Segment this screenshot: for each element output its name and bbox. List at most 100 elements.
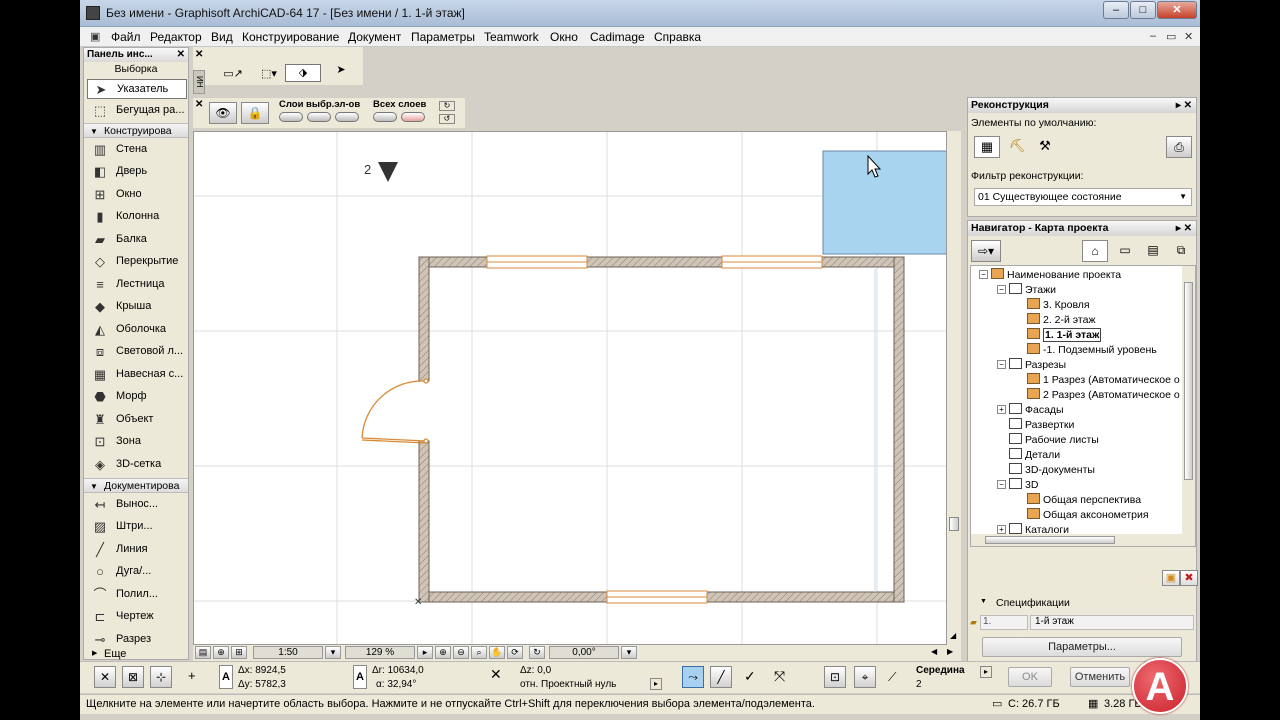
tree-item[interactable]: Общая перспектива <box>1015 493 1141 508</box>
parallel-icon[interactable]: ⤧ <box>774 668 785 685</box>
group-design[interactable]: Конструирова <box>84 123 188 138</box>
angle-dropdown-icon[interactable]: ▾ <box>621 646 637 659</box>
tool-pointer[interactable]: ➤ Указатель <box>87 79 187 99</box>
tree-item[interactable]: Детали <box>997 448 1060 463</box>
new-elements-icon[interactable]: ⚒ <box>1034 136 1056 158</box>
fit-window-icon[interactable]: ⌕ <box>471 646 487 659</box>
project-map-icon[interactable]: ⌂ <box>1082 240 1108 262</box>
new-folder-icon[interactable]: ▣ <box>1162 570 1180 586</box>
maximize-button[interactable]: □ <box>1130 1 1156 19</box>
dz-value[interactable]: Δz: 0,0 <box>520 665 551 676</box>
tool-object[interactable]: ♜ Объект <box>87 410 187 430</box>
tree-item[interactable]: 2 Разрез (Автоматическое о <box>1015 388 1180 403</box>
publisher-icon[interactable]: ⧉ <box>1170 240 1192 262</box>
layer-combo-icon[interactable]: ▤ <box>195 646 211 659</box>
panel-menu-close-icon[interactable]: ▸ ✕ <box>1176 98 1192 113</box>
menu-file[interactable]: Файл <box>111 30 141 44</box>
navigator-popup-icon[interactable]: ⇨▾ <box>971 240 1001 262</box>
vertical-scrollbar[interactable]: ◢ <box>947 131 961 645</box>
tree-item[interactable]: 1 Разрез (Автоматическое о <box>1015 373 1180 388</box>
all-layers-show-toggle[interactable] <box>373 112 397 122</box>
tree-item[interactable]: − Этажи <box>997 283 1056 298</box>
orbit-icon[interactable]: ⟳ <box>507 646 523 659</box>
minimize-button[interactable]: – <box>1103 1 1129 19</box>
tool-stair[interactable]: ≡ Лестница <box>87 275 187 295</box>
tree-item[interactable]: 1. 1-й этаж <box>1015 328 1102 343</box>
pan-icon[interactable]: ✋ <box>489 646 505 659</box>
toolbox-close-icon[interactable]: ✕ <box>177 48 185 62</box>
selection-method-icon[interactable]: ▭↗ <box>215 65 251 83</box>
snap-guides-icon[interactable]: ⤳ <box>682 666 704 688</box>
zoom-out-icon[interactable]: ⊖ <box>453 646 469 659</box>
doc-close-icon[interactable]: ✕ <box>1184 30 1193 43</box>
collapse-icon[interactable]: − <box>997 480 1006 489</box>
tree-item[interactable]: Рабочие листы <box>997 433 1099 448</box>
scroll-right-icon[interactable]: ▶ <box>947 647 953 656</box>
refresh-icon[interactable]: ↻ <box>439 101 455 111</box>
demolish-elements-icon[interactable]: ⛏ <box>1006 136 1028 158</box>
menu-cadimage[interactable]: Cadimage <box>590 30 645 44</box>
zoom-in-icon[interactable]: ⊕ <box>435 646 451 659</box>
dr-value[interactable]: Δr: 10634,0 <box>372 665 424 676</box>
tool-zone[interactable]: ⊡ Зона <box>87 432 187 452</box>
tool-beam[interactable]: ▰ Балка <box>87 230 187 250</box>
expand-icon[interactable]: + <box>997 405 1006 414</box>
zoom-fit-icon[interactable]: ⊞ <box>231 646 247 659</box>
doc-minimize-icon[interactable]: – <box>1150 30 1156 42</box>
tree-item[interactable]: 3. Кровля <box>1015 298 1090 313</box>
close-button[interactable]: ✕ <box>1157 1 1197 19</box>
quickopts-close-icon[interactable]: ✕ <box>195 99 203 110</box>
tool-shell[interactable]: ◭ Оболочка <box>87 320 187 340</box>
tree-hscroll-thumb[interactable] <box>985 536 1115 544</box>
offset-icon[interactable]: ⊡ <box>824 666 846 688</box>
marquee-shape-icon[interactable]: ⬚▾ <box>251 65 287 83</box>
section-marker[interactable] <box>378 162 398 182</box>
polygon-marquee-icon[interactable]: ⬗ <box>285 64 321 82</box>
arrow-mode-icon[interactable]: ➤ <box>323 61 359 79</box>
tree-item[interactable]: Развертки <box>997 418 1074 433</box>
floor-plan-canvas[interactable]: 2 ✕ <box>193 131 947 645</box>
tool-line[interactable]: ╱ Линия <box>87 540 187 560</box>
tree-hscrollbar[interactable] <box>971 534 1184 546</box>
constraint-icon[interactable]: ╱ <box>710 666 732 688</box>
group-documentation[interactable]: Документирова <box>84 478 188 493</box>
parameters-button[interactable]: Параметры... <box>982 637 1182 657</box>
menu-document[interactable]: Документ <box>348 30 401 44</box>
existing-elements-icon[interactable]: ▦ <box>974 136 1000 158</box>
scale-dropdown-icon[interactable]: ▾ <box>325 646 341 659</box>
angle-value[interactable]: α: 32,94° <box>376 679 416 690</box>
ortho-icon[interactable]: ✓ <box>744 668 756 685</box>
layer-wire-toggle[interactable] <box>335 112 359 122</box>
lock-eye-icon[interactable]: 🔒 <box>241 102 269 124</box>
collapse-icon[interactable]: − <box>997 285 1006 294</box>
tree-item[interactable]: − 3D <box>997 478 1038 493</box>
tool-door[interactable]: ◧ Дверь <box>87 162 187 182</box>
scroll-left-icon[interactable]: ◀ <box>931 647 937 656</box>
plus-icon[interactable]: + <box>188 668 196 683</box>
filter-select[interactable]: 01 Существующее состояние ▼ <box>974 188 1192 206</box>
menu-window[interactable]: Окно <box>550 30 578 44</box>
eye-icon[interactable]: 👁 <box>209 102 237 124</box>
tool-column[interactable]: ▮ Колонна <box>87 207 187 227</box>
tree-item[interactable]: 2. 2-й этаж <box>1015 313 1095 328</box>
story-name-field[interactable]: 1-й этаж <box>1030 615 1194 630</box>
tool-slab[interactable]: ◇ Перекрытие <box>87 252 187 272</box>
tree-scroll-thumb[interactable] <box>1184 282 1193 480</box>
reference-value[interactable]: отн. Проектный нуль <box>520 679 616 690</box>
tool-curtain-wall[interactable]: ▦ Навесная с... <box>87 365 187 385</box>
zoom-magnify-icon[interactable]: ⊕ <box>213 646 229 659</box>
tool-drawing[interactable]: ⊏ Чертеж <box>87 607 187 627</box>
scroll-corner-arrow-icon[interactable]: ◢ <box>950 631 956 640</box>
dx-value[interactable]: Δx: 8924,5 <box>238 665 286 676</box>
specs-chevron-icon[interactable]: ▼ <box>980 598 987 605</box>
tool-hatch[interactable]: ▨ Штри... <box>87 517 187 537</box>
zoom-next-icon[interactable]: ▸ <box>417 646 433 659</box>
undo-layers-icon[interactable]: ↺ <box>439 114 455 124</box>
group-more[interactable]: Еще <box>84 646 188 662</box>
tree-item[interactable]: -1. Подземный уровень <box>1015 343 1157 358</box>
menu-help[interactable]: Справка <box>654 30 701 44</box>
doc-restore-icon[interactable]: ▭ <box>1166 30 1176 43</box>
tree-item[interactable]: 3D-документы <box>997 463 1095 478</box>
layer-hide-toggle[interactable] <box>279 112 303 122</box>
tool-polyline[interactable]: ⌒ Полил... <box>87 585 187 605</box>
